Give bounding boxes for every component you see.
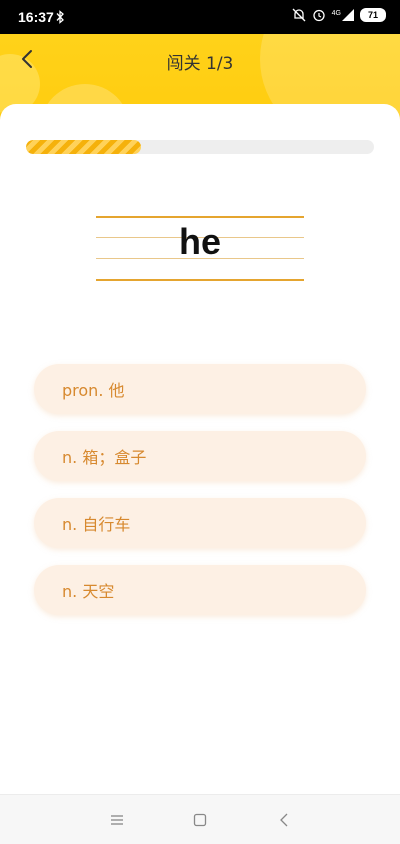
battery-level: 71 [367,10,378,20]
page-title: 闯关 1/3 [166,54,234,74]
bluetooth-icon [56,10,64,24]
guide-line [96,279,304,281]
network-indicator: 4G [332,9,354,21]
word-display: he [96,216,304,281]
answer-option-label: n. 天空 [62,582,115,601]
nav-menu-button[interactable] [106,809,128,831]
square-home-icon [193,813,207,827]
nav-back-button[interactable] [273,809,295,831]
answer-option[interactable]: n. 天空 [34,565,366,615]
quiz-card: he pron. 他 n. 箱；盒子 n. 自行车 n. 天空 [0,104,400,794]
answer-option[interactable]: n. 自行车 [34,498,366,548]
quiz-word: he [178,221,221,262]
answer-option[interactable]: pron. 他 [34,364,366,414]
progress-bar [26,140,374,154]
status-icons: 4G 71 [292,8,386,22]
guide-line [96,216,304,218]
screen: 16:37 4G 71 闯关 1/3 he pron. 他 n. 箱；盒子 n.… [0,0,400,844]
network-type: 4G [331,10,341,17]
answer-option-label: n. 自行车 [62,515,131,534]
alarm-icon [313,9,325,22]
answer-option-label: pron. 他 [62,381,125,400]
answer-option-label: n. 箱；盒子 [62,448,147,467]
progress-fill [26,140,141,154]
status-bar: 16:37 4G 71 [0,0,400,34]
answer-option[interactable]: n. 箱；盒子 [34,431,366,481]
signal-icon [342,9,354,21]
battery-icon: 71 [360,8,386,22]
menu-icon [111,815,123,825]
nav-home-button[interactable] [189,809,211,831]
answer-options: pron. 他 n. 箱；盒子 n. 自行车 n. 天空 [34,364,366,632]
triangle-back-icon [280,813,288,827]
system-nav-bar [0,794,400,844]
notifications-off-icon [292,8,306,22]
status-time: 16:37 [18,9,54,25]
